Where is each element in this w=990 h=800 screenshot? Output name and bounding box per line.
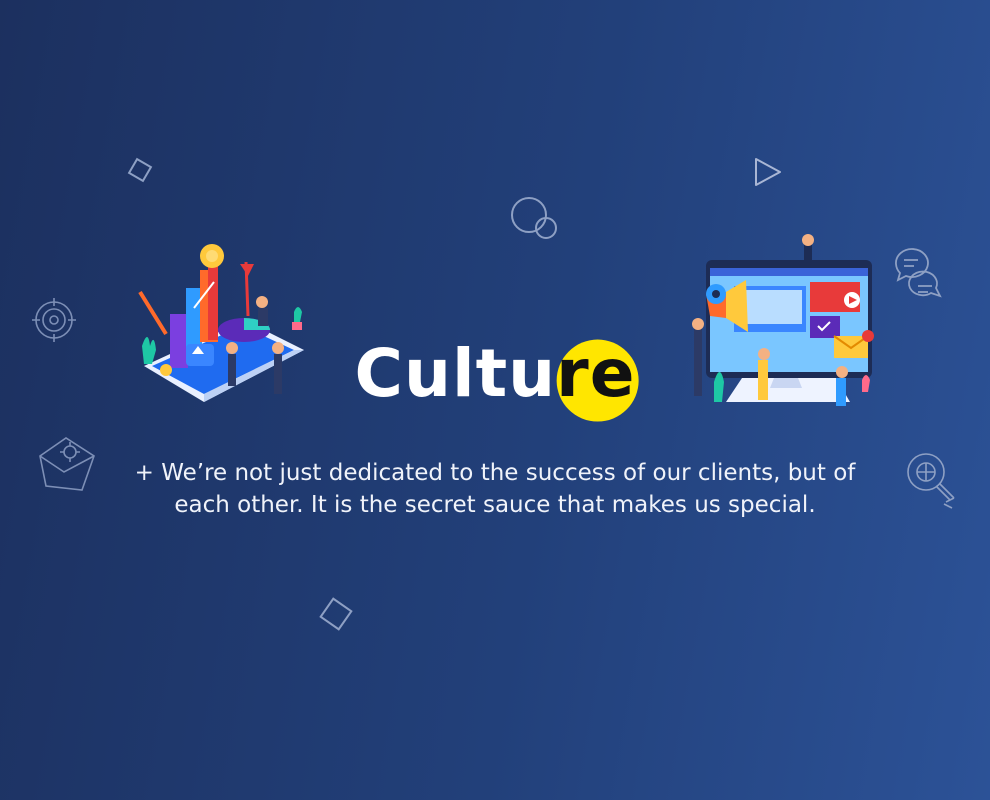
heading-highlight-text: re: [556, 335, 636, 412]
lightbulb-globe-icon: [902, 450, 958, 512]
heading-highlight: re: [556, 332, 635, 416]
culture-tagline: + We’re not just dedicated to the succes…: [134, 460, 856, 518]
diamond-outline-icon: [316, 594, 356, 634]
play-outline-icon: [750, 155, 784, 189]
circles-outline-icon: [508, 195, 560, 243]
chat-bubbles-icon: [890, 244, 946, 308]
envelope-gear-icon: [36, 430, 102, 496]
heading-main-text: Cultu: [354, 335, 557, 412]
culture-heading: Culture: [0, 332, 990, 416]
diamond-outline-icon: [124, 154, 156, 186]
